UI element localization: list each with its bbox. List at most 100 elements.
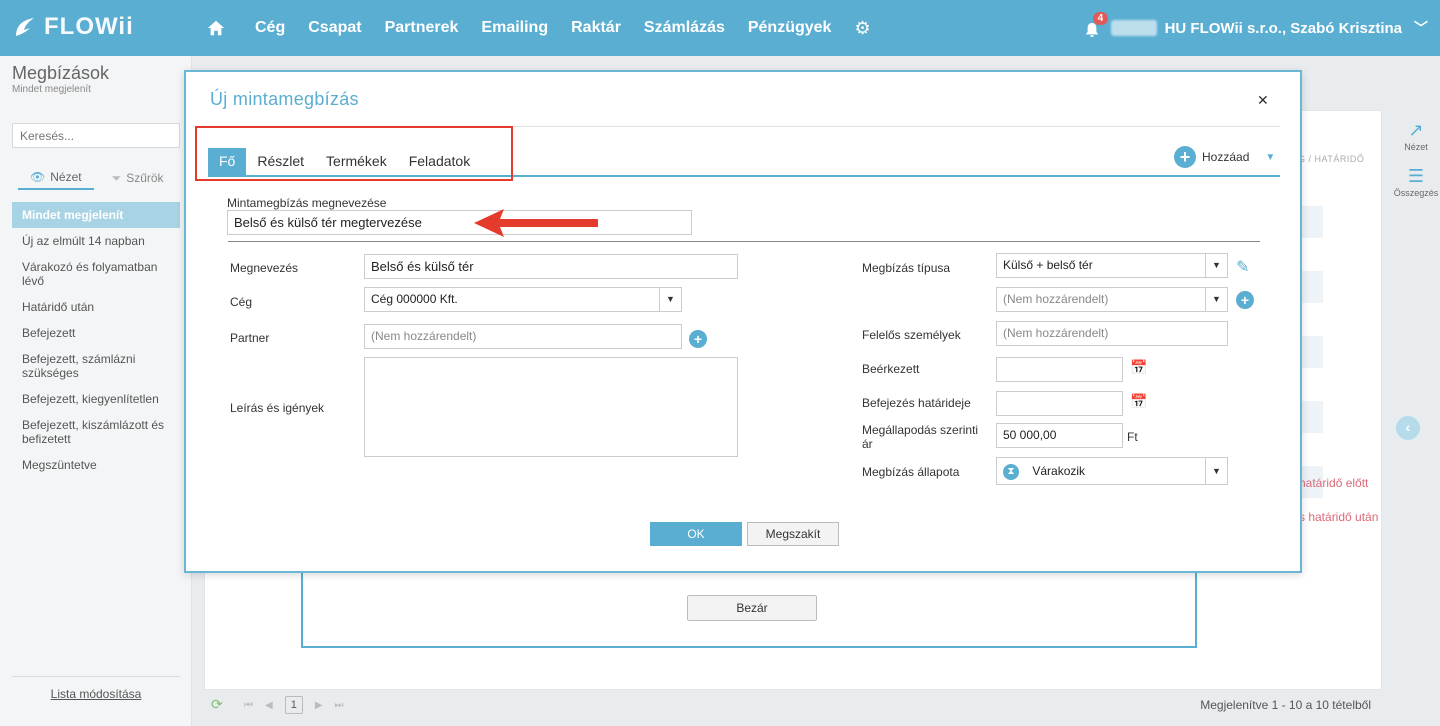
- type2-select[interactable]: (Nem hozzárendelt) ▼: [996, 287, 1228, 312]
- company-select[interactable]: Cég 000000 Kft. ▼: [364, 287, 682, 312]
- annotation-arrow-icon: [474, 209, 598, 237]
- summary-tool[interactable]: ☰ Összegzés: [1392, 166, 1440, 198]
- caret-down-icon: ▼: [1205, 254, 1227, 277]
- last-page-icon[interactable]: ⏭: [335, 700, 344, 711]
- pager-info: Megjelenítve 1 - 10 a 10 tételből: [1200, 698, 1371, 712]
- arrived-date-input[interactable]: [996, 357, 1123, 382]
- summary-tool-label: Összegzés: [1393, 188, 1439, 198]
- bg-status-after: s határidő után: [1299, 510, 1379, 524]
- background-dialog: Bezár: [301, 566, 1197, 648]
- calendar-icon[interactable]: 📅: [1130, 359, 1147, 376]
- filter-icon: ⏷: [111, 170, 122, 185]
- deadline-date-input[interactable]: [996, 391, 1123, 416]
- logo-text: FLOWii: [44, 13, 134, 40]
- nav-penzugyek[interactable]: Pénzügyek: [748, 19, 832, 37]
- collapse-arrow-icon[interactable]: ‹: [1396, 416, 1420, 440]
- next-page-icon[interactable]: ▶: [315, 700, 323, 711]
- nav-csapat[interactable]: Csapat: [308, 19, 361, 37]
- pencil-icon[interactable]: ✎: [1236, 257, 1249, 277]
- sidebar-item-overdue[interactable]: Határidő után: [12, 294, 180, 320]
- bg-column-header: G / HATÁRIDŐ: [1298, 154, 1365, 164]
- sidebar-footer: Lista módosítása: [12, 676, 180, 701]
- cancel-button[interactable]: Megszakít: [747, 522, 839, 546]
- main-nav: Cég Csapat Partnerek Emailing Raktár Szá…: [205, 0, 871, 56]
- price-input[interactable]: 50 000,00: [996, 423, 1123, 448]
- flowii-logo[interactable]: FLOWii: [12, 10, 134, 44]
- sidebar-item-new[interactable]: Új az elmúlt 14 napban: [12, 228, 180, 254]
- blurred-company-id: [1110, 20, 1157, 36]
- sidebar-item-finished[interactable]: Befejezett: [12, 320, 180, 346]
- tab-view[interactable]: 👁 Nézet: [18, 166, 94, 190]
- close-button[interactable]: Bezár: [687, 595, 817, 621]
- refresh-icon[interactable]: ⟳: [211, 696, 223, 713]
- nav-partnerek[interactable]: Partnerek: [385, 19, 459, 37]
- sidebar-tabs: 👁 Nézet ⏷ Szűrök: [18, 166, 176, 190]
- sidebar-title: Megbízások: [12, 63, 110, 83]
- deadline-label: Befejezés határideje: [862, 396, 971, 410]
- name-input[interactable]: Belső és külső tér: [364, 254, 738, 279]
- nav-szamlazas[interactable]: Számlázás: [644, 19, 725, 37]
- eye-icon: 👁: [30, 170, 46, 184]
- status-select[interactable]: ⧗ Várakozik ▼: [996, 457, 1228, 485]
- nav-emailing[interactable]: Emailing: [481, 19, 548, 37]
- user-name: HU FLOWii s.r.o., Szabó Krisztina: [1164, 19, 1402, 37]
- name-label: Megnevezés: [230, 261, 299, 275]
- sidebar: Megbízások Mindet megjelenít 👁 Nézet ⏷ S…: [0, 56, 192, 726]
- nav-raktar[interactable]: Raktár: [571, 19, 621, 37]
- template-name-label: Mintamegbízás megnevezése: [227, 196, 387, 210]
- add-partner-icon[interactable]: +: [689, 330, 707, 348]
- tab-view-label: Nézet: [50, 170, 82, 184]
- first-page-icon[interactable]: ⏮: [244, 700, 253, 711]
- description-textarea[interactable]: [364, 357, 738, 457]
- calendar-icon[interactable]: 📅: [1130, 393, 1147, 410]
- sidebar-item-all[interactable]: Mindet megjelenít: [12, 202, 180, 228]
- bell-icon[interactable]: 4: [1085, 12, 1109, 38]
- gear-icon[interactable]: ⚙: [854, 18, 870, 39]
- tabs-highlight-box: [195, 126, 513, 181]
- notification-badge: 4: [1092, 12, 1109, 25]
- edit-list-link[interactable]: Lista módosítása: [51, 687, 142, 701]
- status-select-value: Várakozik: [1032, 464, 1086, 478]
- close-icon[interactable]: ✕: [1257, 92, 1269, 109]
- top-navbar: FLOWii Cég Csapat Partnerek Emailing Rak…: [0, 0, 1440, 56]
- add-button-label: Hozzáad: [1202, 150, 1250, 164]
- new-template-dialog: Új mintamegbízás ✕ Fő Részlet Termékek F…: [184, 70, 1302, 573]
- responsible-input[interactable]: (Nem hozzárendelt): [996, 321, 1228, 346]
- flowii-logo-icon: [16, 18, 34, 36]
- chevron-down-icon: ﹀: [1414, 20, 1428, 36]
- add-button[interactable]: + Hozzáad ▼: [1174, 146, 1275, 168]
- price-label: Megállapodás szerinti ár: [862, 423, 979, 451]
- page-number[interactable]: 1: [284, 696, 303, 714]
- sidebar-item-unpaid[interactable]: Befejezett, kiegyenlítetlen: [12, 386, 180, 412]
- sidebar-subtitle: Mindet megjelenít: [12, 84, 91, 95]
- company-select-value: Cég 000000 Kft.: [371, 292, 458, 306]
- divider: [228, 241, 1260, 242]
- right-toolbar: ↗ Nézet ☰ Összegzés: [1392, 120, 1440, 212]
- sidebar-list: Mindet megjelenít Új az elmúlt 14 napban…: [12, 202, 180, 478]
- caret-down-icon[interactable]: ▼: [1265, 152, 1275, 163]
- tab-filters-label: Szűrök: [126, 171, 164, 185]
- responsible-label: Felelős személyek: [862, 328, 961, 342]
- view-tool[interactable]: ↗ Nézet: [1392, 120, 1440, 152]
- home-icon[interactable]: [205, 17, 227, 39]
- view-tool-label: Nézet: [1404, 142, 1428, 152]
- caret-down-icon: ▼: [1205, 288, 1227, 311]
- add-type-icon[interactable]: +: [1236, 291, 1254, 309]
- template-name-input[interactable]: Belső és külső tér megtervezése: [227, 210, 692, 235]
- bg-status-before: határidő előtt: [1299, 476, 1369, 490]
- search-input[interactable]: [12, 123, 180, 148]
- partner-input[interactable]: (Nem hozzárendelt): [364, 324, 682, 349]
- type-select-value: Külső + belső tér: [1003, 258, 1093, 272]
- sidebar-item-paid[interactable]: Befejezett, kiszámlázott és befizetett: [12, 412, 180, 452]
- sidebar-item-cancelled[interactable]: Megszüntetve: [12, 452, 180, 478]
- prev-page-icon[interactable]: ◀: [265, 700, 273, 711]
- user-menu[interactable]: 4 HU FLOWii s.r.o., Szabó Krisztina ﹀: [1085, 0, 1428, 56]
- sidebar-item-waiting[interactable]: Várakozó és folyamatban lévő: [12, 254, 180, 294]
- tab-filters[interactable]: ⏷ Szűrök: [100, 166, 176, 190]
- sidebar-item-to-invoice[interactable]: Befejezett, számlázni szükséges: [12, 346, 180, 386]
- arrived-label: Beérkezett: [862, 362, 920, 376]
- ok-button[interactable]: OK: [650, 522, 742, 546]
- type-select[interactable]: Külső + belső tér ▼: [996, 253, 1228, 278]
- nav-ceg[interactable]: Cég: [255, 19, 285, 37]
- currency-label: Ft: [1127, 430, 1138, 444]
